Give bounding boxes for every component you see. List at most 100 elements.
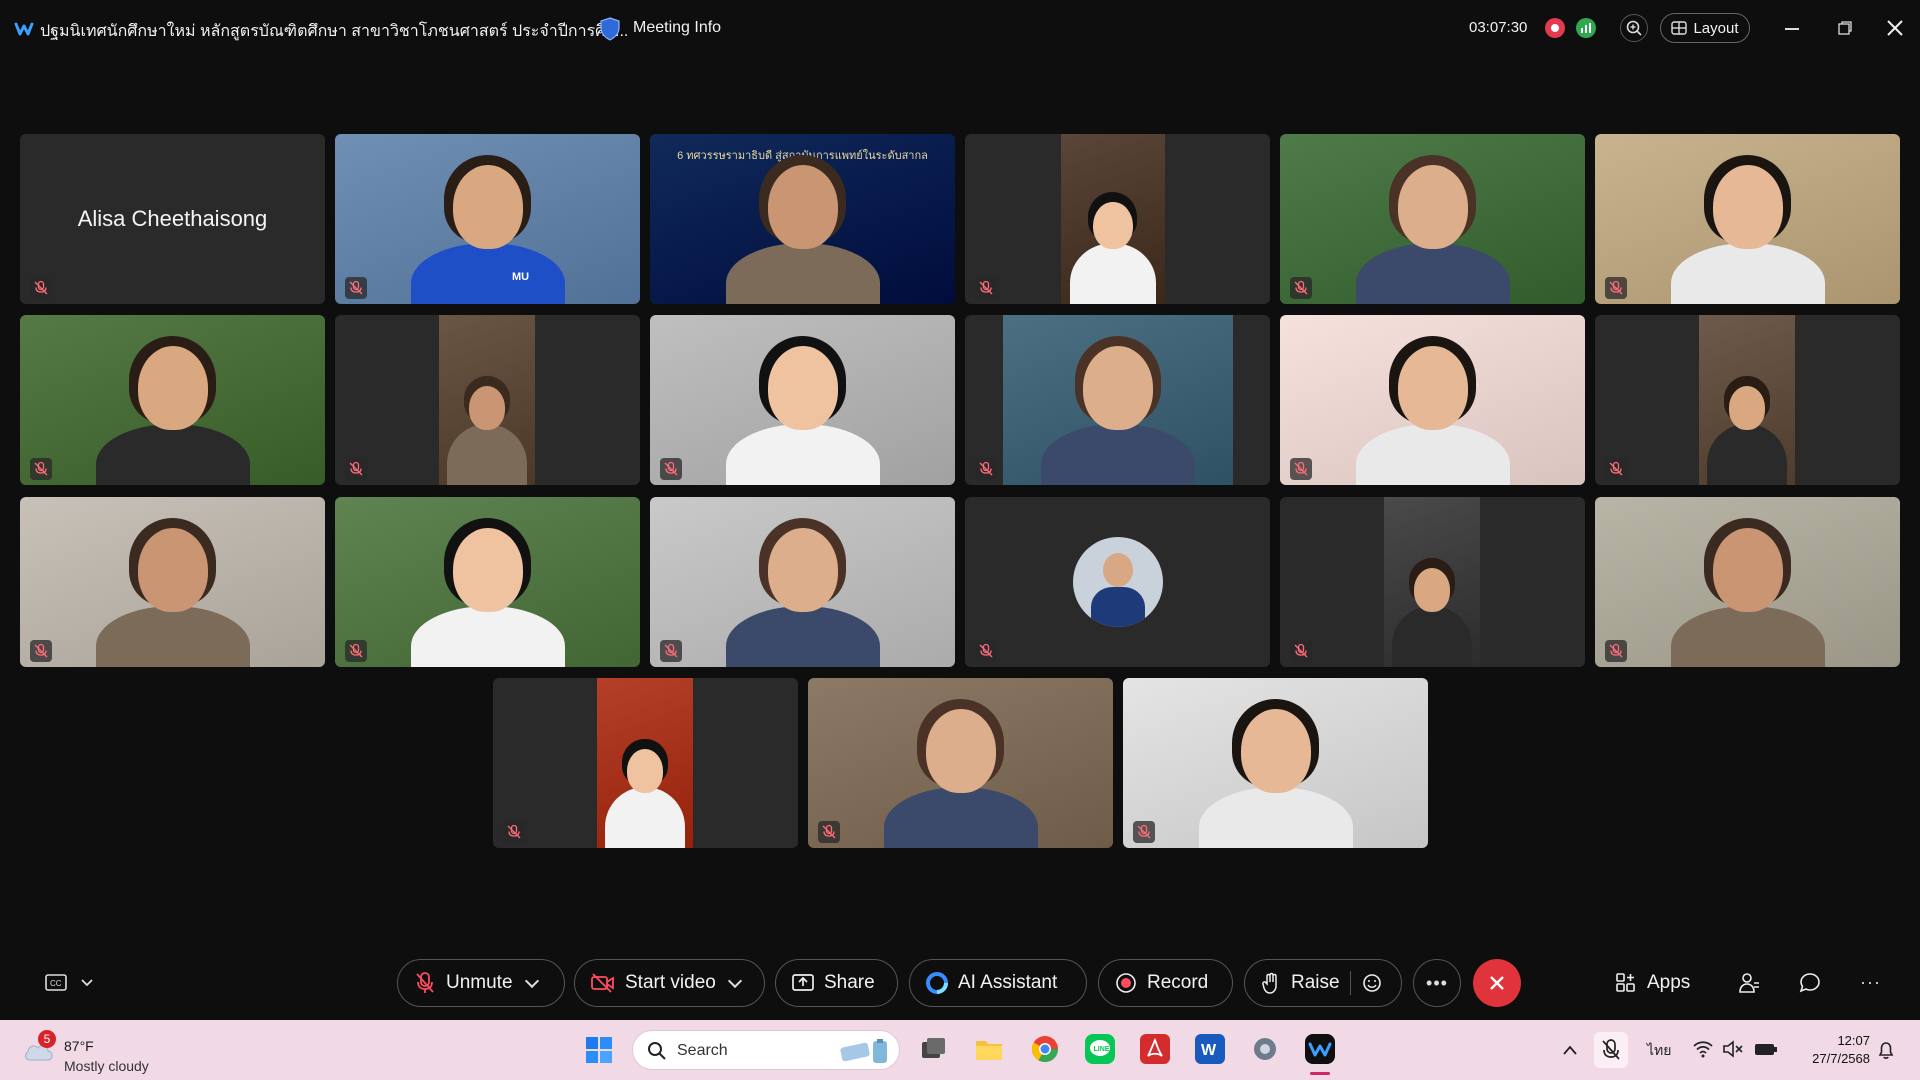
chevron-down-icon[interactable]	[727, 973, 742, 988]
participant-tile[interactable]	[1280, 315, 1585, 485]
participant-tile[interactable]: 6 ทศวรรษรามาธิบดี สู่สถาบันการแพทย์ในระด…	[650, 134, 955, 304]
participant-tile[interactable]	[335, 315, 640, 485]
microphone-muted-icon	[416, 972, 434, 993]
minimize-icon[interactable]	[1785, 28, 1799, 30]
participant-tile[interactable]	[965, 315, 1270, 485]
unmute-label: Unmute	[446, 972, 513, 993]
video-feed	[20, 315, 325, 485]
participant-tile[interactable]	[965, 134, 1270, 304]
meeting-title: ปฐมนิเทศนักศึกษาใหม่ หลักสูตรบัณฑิตศึกษา…	[40, 23, 629, 40]
layout-label: Layout	[1693, 19, 1739, 37]
muted-mic-icon	[818, 821, 840, 843]
apps-button[interactable]: Apps	[1615, 966, 1690, 1000]
shield-icon[interactable]	[598, 16, 622, 42]
more-panels-icon[interactable]: ···	[1860, 972, 1881, 993]
video-feed	[650, 315, 955, 485]
muted-mic-icon	[1605, 640, 1627, 662]
pdf-reader-icon[interactable]	[1140, 1034, 1170, 1064]
battery-icon[interactable]	[1754, 1040, 1778, 1058]
participant-tile[interactable]	[1595, 315, 1900, 485]
notification-bell-icon[interactable]	[1876, 1040, 1896, 1060]
participant-name: Alisa Cheethaisong	[77, 206, 268, 231]
participant-tile[interactable]	[20, 315, 325, 485]
ai-assistant-button[interactable]: AI Assistant	[909, 959, 1087, 1007]
recording-indicator-icon	[1545, 18, 1565, 38]
layout-button[interactable]: Layout	[1660, 13, 1750, 43]
wifi-icon[interactable]	[1692, 1040, 1714, 1058]
apps-icon	[1616, 973, 1635, 992]
input-language[interactable]: ไทย	[1647, 1040, 1671, 1062]
chevron-up-icon[interactable]	[1562, 1044, 1578, 1056]
grid-layout-icon	[1671, 21, 1688, 35]
meeting-info-button[interactable]: Meeting Info	[633, 19, 721, 37]
file-explorer-icon[interactable]	[974, 1034, 1004, 1064]
muted-mic-icon	[975, 277, 997, 299]
search-icon	[648, 1042, 666, 1060]
chevron-down-icon[interactable]	[524, 973, 539, 988]
more-options-button[interactable]: •••	[1413, 959, 1461, 1007]
zoom-in-icon[interactable]	[1620, 14, 1648, 42]
clock-date: 27/7/2568	[1812, 1051, 1870, 1066]
weather-alert-badge: 5	[38, 1030, 56, 1048]
participant-tile[interactable]	[965, 497, 1270, 667]
windows-start-icon[interactable]	[585, 1036, 613, 1064]
leave-meeting-button[interactable]	[1473, 959, 1521, 1007]
muted-mic-icon	[30, 640, 52, 662]
video-feed: 6 ทศวรรษรามาธิบดี สู่สถาบันการแพทย์ในระด…	[650, 134, 955, 304]
captions-button[interactable]: CC	[44, 972, 104, 994]
participant-tile[interactable]: Alisa Cheethaisong	[20, 134, 325, 304]
svg-text:W: W	[1201, 1042, 1217, 1059]
shirt-logo: MU	[512, 271, 530, 283]
participant-tile[interactable]: MU	[335, 134, 640, 304]
apps-label: Apps	[1647, 972, 1691, 993]
close-window-icon[interactable]	[1885, 18, 1905, 38]
participant-tile[interactable]	[1280, 134, 1585, 304]
video-feed	[1595, 497, 1900, 667]
chrome-icon[interactable]	[1030, 1034, 1060, 1064]
task-view-icon[interactable]	[918, 1034, 948, 1064]
system-clock[interactable]: 12:07 27/7/2568	[1790, 1032, 1870, 1068]
weather-widget[interactable]: 5 87°F Mostly cloudy	[20, 1028, 170, 1074]
video-feed	[335, 497, 640, 667]
webex-app-icon[interactable]	[1305, 1034, 1335, 1064]
reactions-icon[interactable]	[1361, 972, 1383, 994]
video-feed: MU	[335, 134, 640, 304]
video-feed	[1699, 315, 1795, 485]
participant-tile[interactable]	[20, 497, 325, 667]
weather-condition: Mostly cloudy	[64, 1058, 149, 1074]
video-feed	[1280, 315, 1585, 485]
video-feed	[1061, 134, 1165, 304]
participant-tile[interactable]	[1123, 678, 1428, 848]
share-button[interactable]: Share	[775, 959, 898, 1007]
restore-window-icon[interactable]	[1838, 21, 1852, 35]
active-app-indicator	[1310, 1072, 1330, 1075]
chat-icon[interactable]	[1798, 971, 1822, 995]
unmute-button[interactable]: Unmute	[397, 959, 565, 1007]
speaker-muted-icon[interactable]	[1722, 1040, 1744, 1058]
start-video-button[interactable]: Start video	[574, 959, 765, 1007]
svg-text:CC: CC	[50, 979, 62, 988]
taskbar-search-input[interactable]: Search	[632, 1030, 900, 1070]
participant-tile[interactable]	[1595, 134, 1900, 304]
settings-icon[interactable]	[1250, 1034, 1280, 1064]
raise-hand-button[interactable]: Raise	[1244, 959, 1402, 1007]
muted-mic-icon	[660, 640, 682, 662]
participant-tile[interactable]	[650, 497, 955, 667]
mic-muted-tray-icon[interactable]	[1594, 1032, 1628, 1068]
participants-icon[interactable]	[1737, 971, 1761, 995]
muted-mic-icon	[1605, 277, 1627, 299]
share-label: Share	[824, 972, 875, 993]
raise-hand-icon	[1262, 972, 1277, 994]
word-icon[interactable]: W	[1195, 1034, 1225, 1064]
network-health-icon[interactable]	[1576, 18, 1596, 38]
search-placeholder: Search	[677, 1042, 728, 1059]
participant-tile[interactable]	[335, 497, 640, 667]
participant-tile[interactable]	[1280, 497, 1585, 667]
participant-tile[interactable]	[1595, 497, 1900, 667]
participant-tile[interactable]	[650, 315, 955, 485]
record-button[interactable]: Record	[1098, 959, 1233, 1007]
video-feed	[439, 315, 535, 485]
participant-tile[interactable]	[493, 678, 798, 848]
participant-tile[interactable]	[808, 678, 1113, 848]
line-app-icon[interactable]: LINE	[1085, 1034, 1115, 1064]
